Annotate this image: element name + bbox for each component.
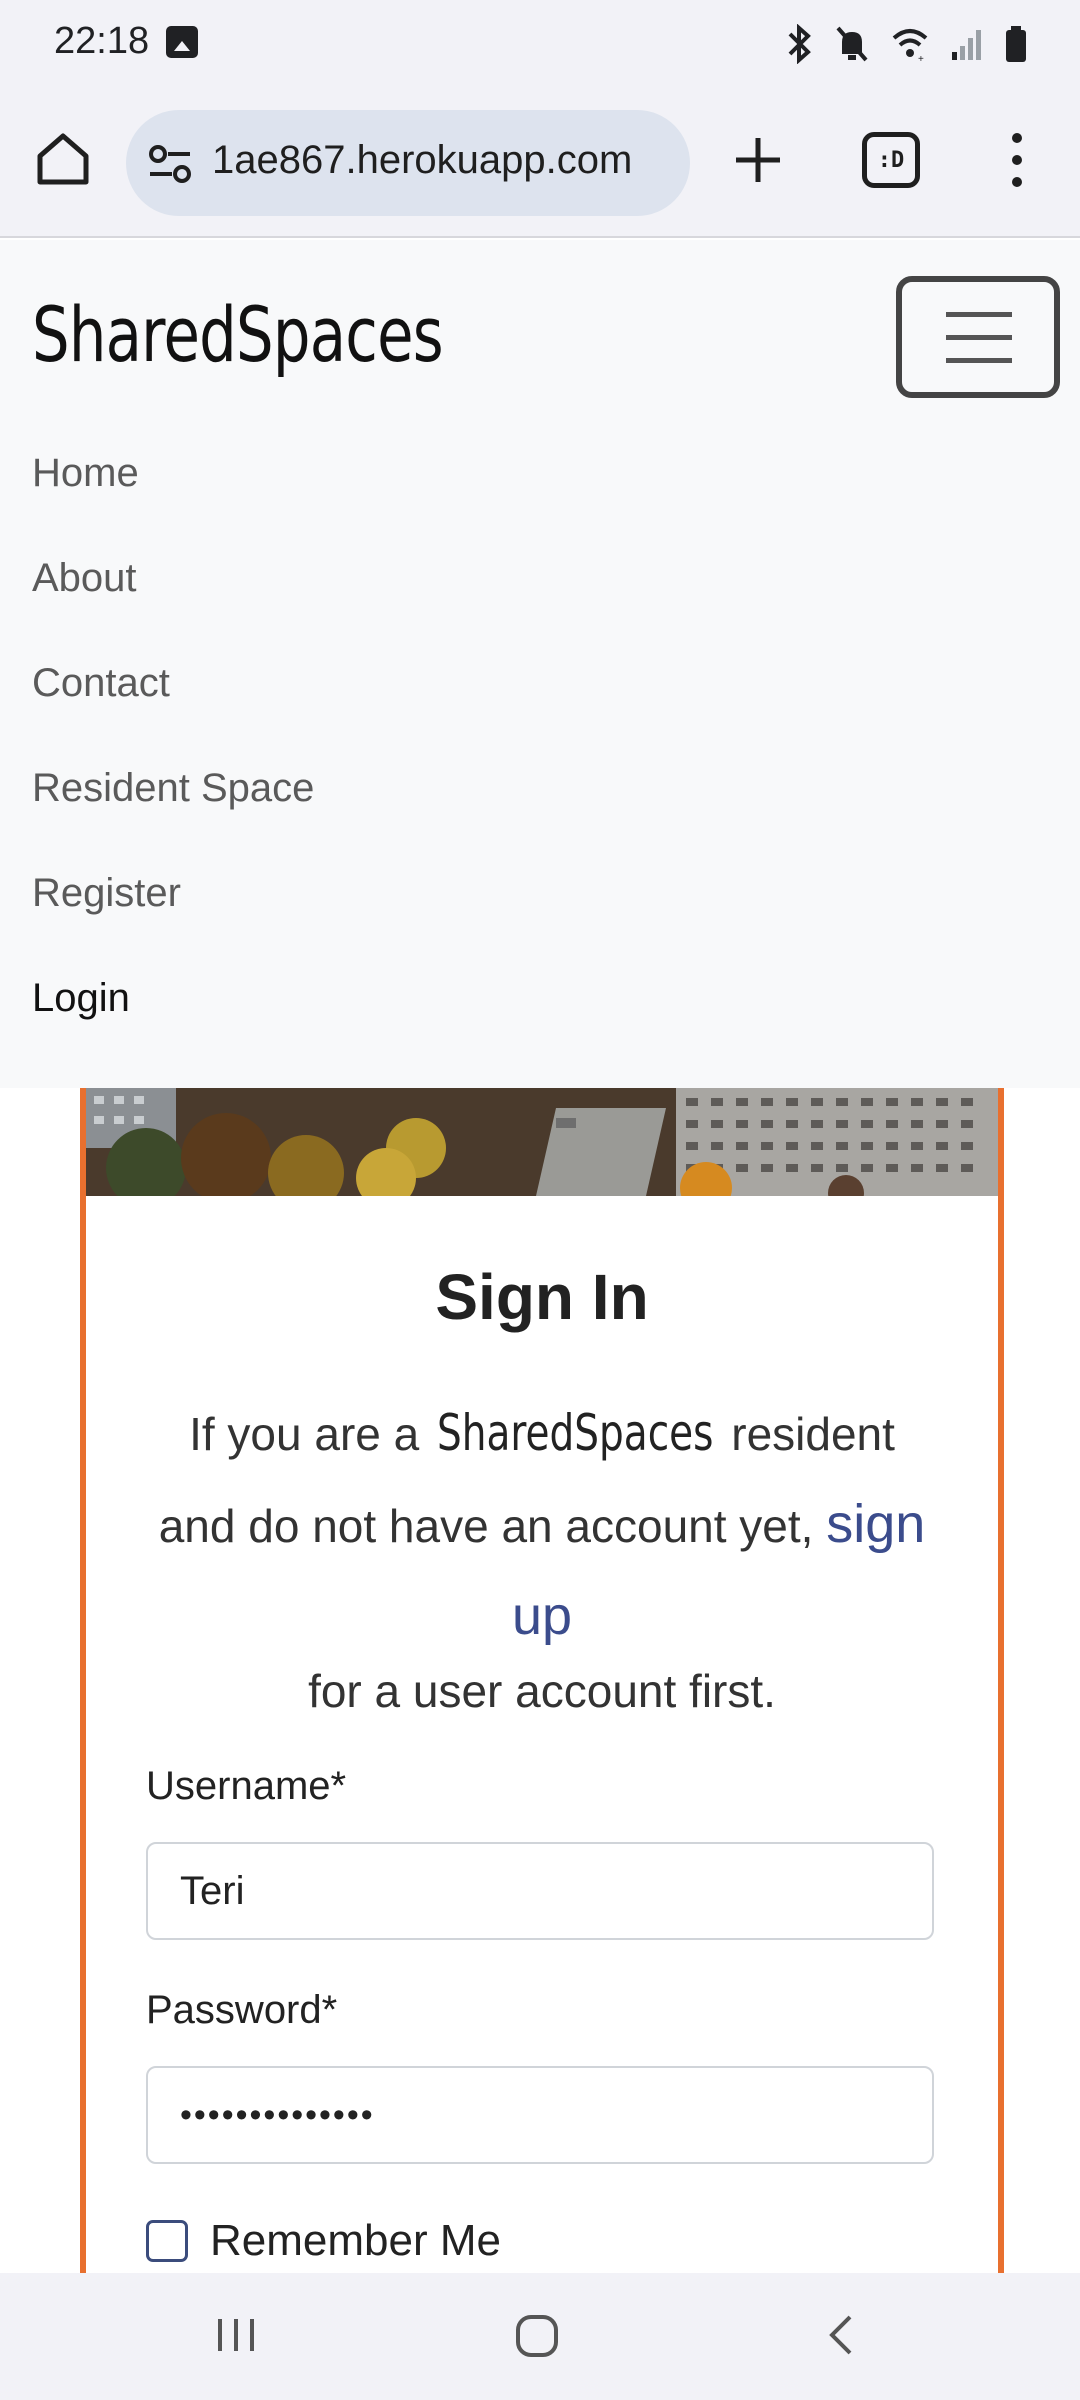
main-content: Sign In If you are a SharedSpaces reside…	[0, 1088, 1080, 2273]
hamburger-line	[946, 335, 1012, 340]
browser-toolbar: 1ae867.herokuapp.com :D	[0, 88, 1080, 238]
new-tab-icon[interactable]	[730, 132, 786, 188]
back-icon[interactable]	[820, 2313, 864, 2357]
bluetooth-icon	[788, 24, 811, 64]
nav-item-home[interactable]: Home	[32, 436, 314, 541]
username-label: Username*	[146, 1764, 347, 1808]
hero-image	[86, 1088, 998, 1196]
image-icon	[166, 26, 198, 58]
remember-me[interactable]: Remember Me	[146, 2216, 501, 2266]
apartment-buildings-image	[86, 1088, 998, 1196]
site-settings-icon[interactable]	[148, 144, 192, 184]
username-input[interactable]: Teri	[146, 1842, 934, 1940]
status-time: 22:18	[54, 20, 150, 62]
password-input[interactable]: ••••••••••••••	[146, 2066, 934, 2164]
home-circle-icon[interactable]	[514, 2313, 560, 2359]
intro-brand: SharedSpaces	[437, 1404, 714, 1462]
url-text: 1ae867.herokuapp.com	[212, 138, 633, 182]
nav-item-contact[interactable]: Contact	[32, 646, 314, 751]
navbar-toggler-button[interactable]	[896, 276, 1060, 398]
nav-item-login[interactable]: Login	[32, 961, 314, 1066]
hamburger-icon	[946, 312, 1012, 317]
signin-intro: If you are a SharedSpaces resident and d…	[146, 1388, 938, 1719]
mute-icon	[836, 26, 868, 62]
more-menu-icon[interactable]	[1004, 128, 1030, 192]
nav-item-about[interactable]: About	[32, 541, 314, 646]
intro-prefix: If you are a	[189, 1408, 420, 1460]
recents-icon[interactable]	[214, 2313, 258, 2357]
remember-checkbox[interactable]	[146, 2220, 188, 2262]
signin-title: Sign In	[435, 1261, 649, 1333]
remember-label[interactable]: Remember Me	[210, 2216, 501, 2266]
site-navbar: SharedSpaces Home About Contact Resident…	[0, 240, 1080, 1088]
wifi-icon: +	[892, 29, 928, 64]
url-bar[interactable]: 1ae867.herokuapp.com	[126, 110, 690, 216]
nav-item-register[interactable]: Register	[32, 856, 314, 961]
svg-text:+: +	[918, 54, 924, 64]
hamburger-line	[946, 358, 1012, 363]
site-brand[interactable]: SharedSpaces	[32, 290, 444, 379]
nav-item-resident-space[interactable]: Resident Space	[32, 751, 314, 856]
system-nav-bar	[0, 2273, 1080, 2400]
password-label: Password*	[146, 1988, 338, 2032]
intro-suffix: for a user account first.	[308, 1665, 776, 1717]
home-icon[interactable]	[32, 128, 94, 190]
tab-switcher-icon[interactable]: :D	[862, 132, 920, 188]
signin-card: Sign In If you are a SharedSpaces reside…	[80, 1088, 1004, 2273]
nav-menu: Home About Contact Resident Space Regist…	[32, 436, 314, 1066]
battery-icon	[1006, 26, 1026, 62]
signal-icon	[952, 30, 981, 60]
status-bar: 22:18 +	[0, 0, 1080, 88]
status-icons: +	[784, 24, 1028, 64]
